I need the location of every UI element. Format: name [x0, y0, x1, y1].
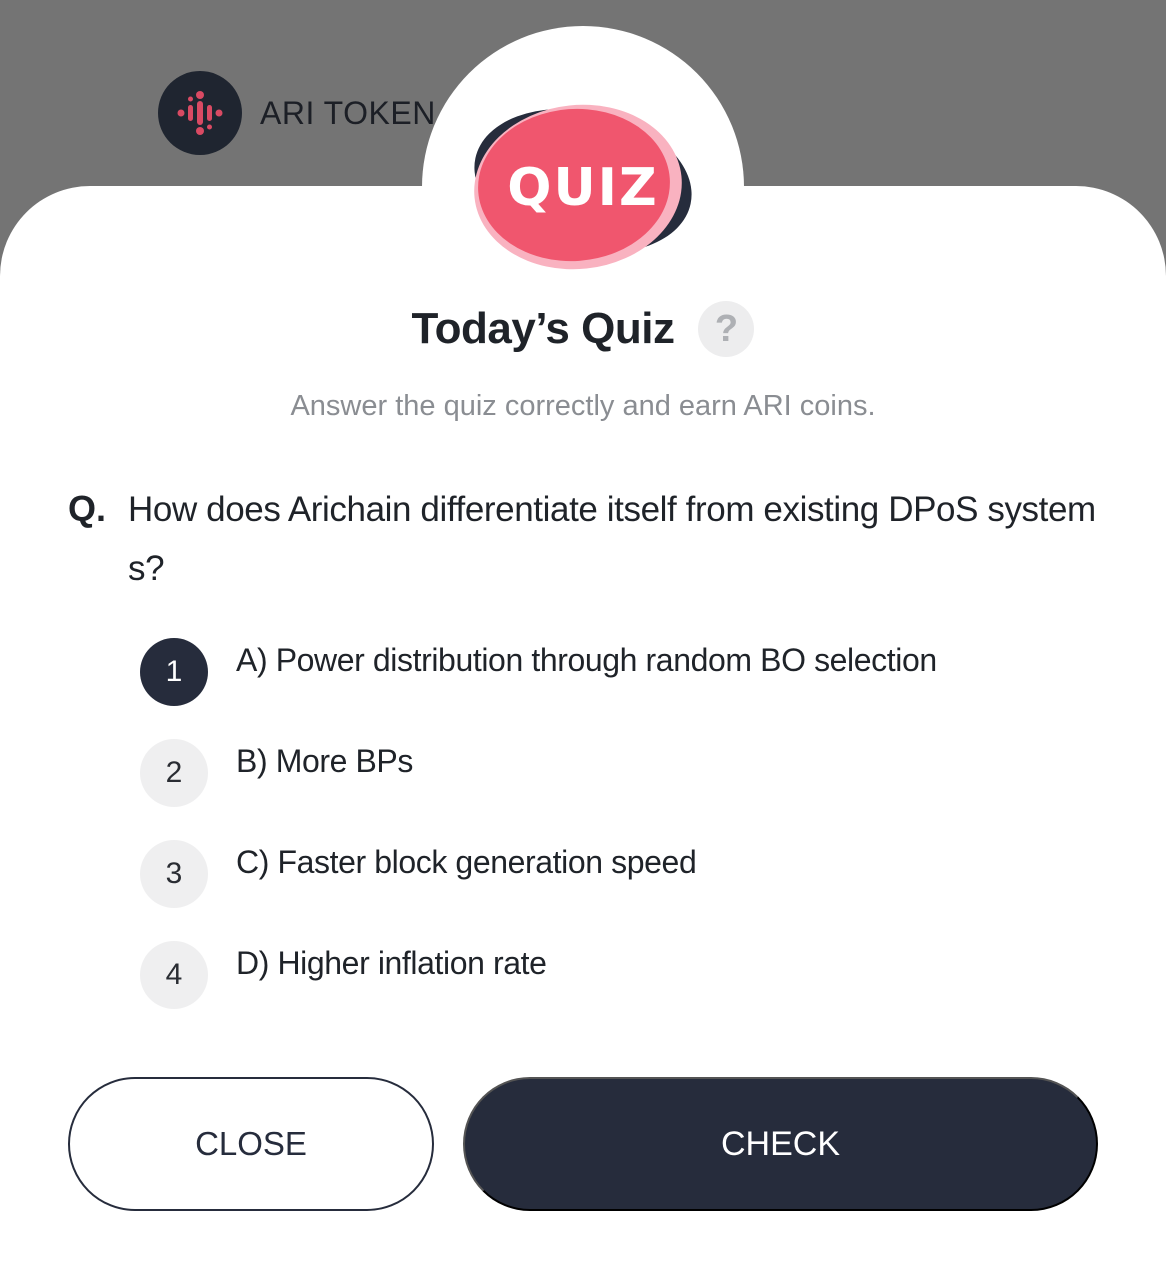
option-number-badge: 3	[140, 840, 208, 908]
answer-options: 1 A) Power distribution through random B…	[140, 636, 1100, 1040]
option-number-badge: 1	[140, 638, 208, 706]
question-label: Q.	[68, 488, 107, 529]
title-row: Today’s Quiz ?	[0, 298, 1166, 360]
answer-option-3[interactable]: 3 C) Faster block generation speed	[140, 838, 1100, 939]
answer-option-1[interactable]: 1 A) Power distribution through random B…	[140, 636, 1100, 737]
check-button[interactable]: CHECK	[463, 1077, 1098, 1211]
option-text: A) Power distribution through random BO …	[236, 642, 937, 678]
page-title: Today’s Quiz	[411, 304, 675, 353]
option-text: D) Higher inflation rate	[236, 945, 547, 981]
quiz-subtitle: Answer the quiz correctly and earn ARI c…	[290, 390, 876, 422]
option-number-badge: 4	[140, 941, 208, 1009]
question-mark-icon[interactable]: ?	[698, 301, 755, 357]
brand-header: ARI TOKEN	[158, 71, 436, 155]
question-text: How does Arichain differentiate itself f…	[128, 490, 1096, 588]
ari-token-logo-icon	[158, 71, 242, 155]
quiz-badge-text: QUIZ	[507, 158, 658, 218]
option-text: C) Faster block generation speed	[236, 844, 697, 880]
quiz-badge-icon: QUIZ	[470, 95, 696, 275]
option-number-badge: 2	[140, 739, 208, 807]
brand-name: ARI TOKEN	[260, 94, 436, 131]
answer-option-2[interactable]: 2 B) More BPs	[140, 737, 1100, 838]
close-button[interactable]: CLOSE	[68, 1077, 434, 1211]
option-text: B) More BPs	[236, 743, 413, 779]
answer-option-4[interactable]: 4 D) Higher inflation rate	[140, 939, 1100, 1040]
